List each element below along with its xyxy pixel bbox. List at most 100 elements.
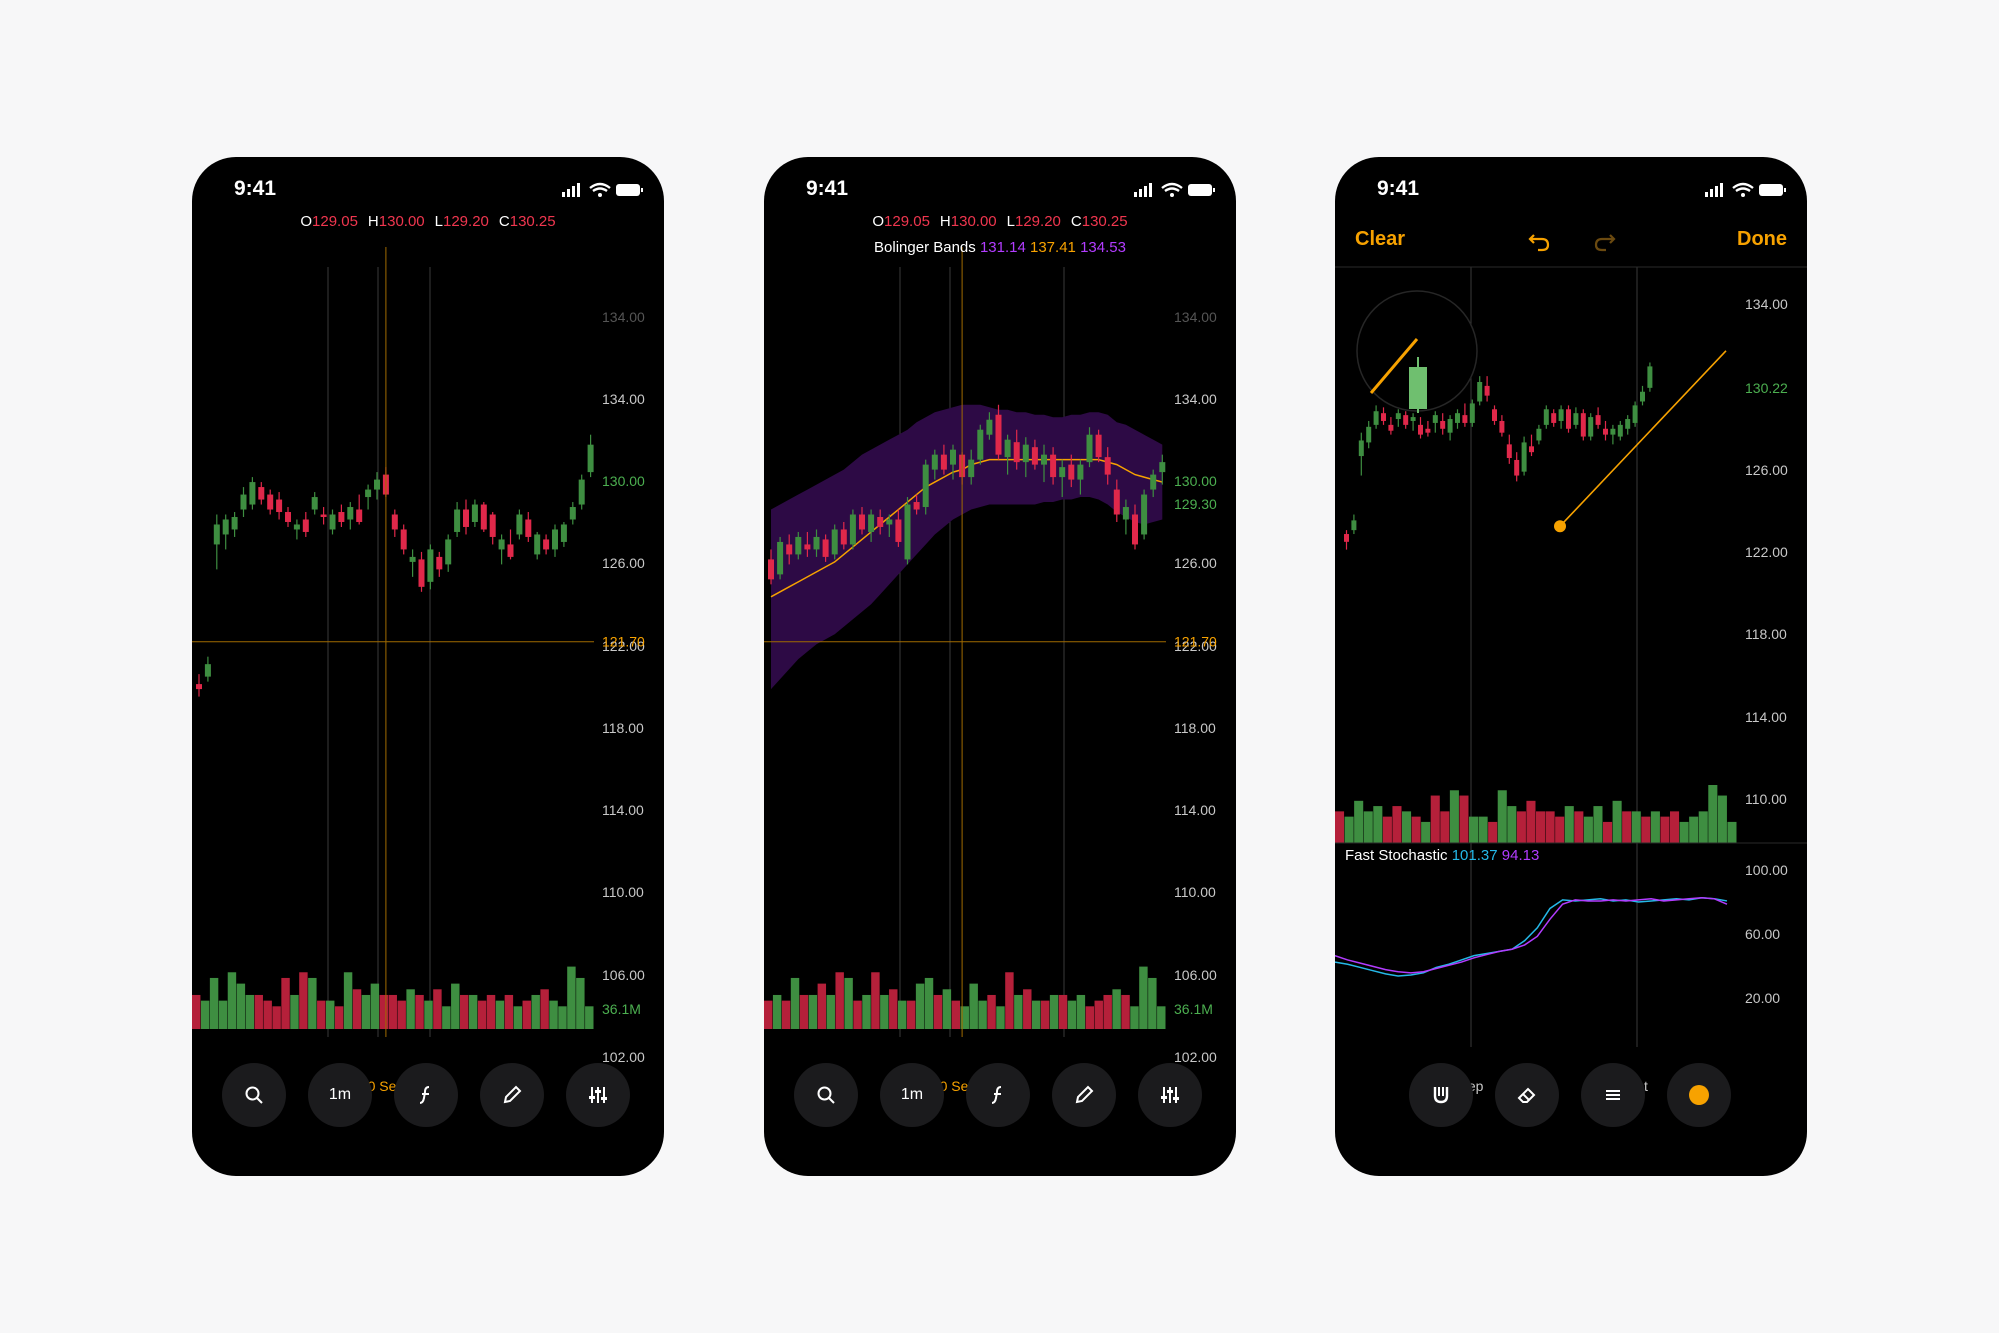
volume-bar: [1148, 977, 1157, 1029]
candle-body: [840, 529, 847, 545]
candle-body: [240, 494, 247, 510]
candle-body: [1432, 415, 1438, 423]
candle-body: [525, 519, 532, 537]
candle-body: [498, 539, 505, 550]
candle-body: [986, 419, 993, 435]
indicators-button[interactable]: [394, 1063, 458, 1127]
volume-label: 36.1M: [602, 1001, 641, 1017]
settings-button[interactable]: [566, 1063, 630, 1127]
indicators-button[interactable]: [966, 1063, 1030, 1127]
volume-bar: [817, 983, 827, 1029]
stochastic-slow-line: [1335, 896, 1728, 974]
eraser-button[interactable]: [1495, 1063, 1559, 1127]
volume-bar: [1023, 989, 1032, 1029]
volume-bar: [1449, 790, 1459, 843]
candle-body: [1484, 385, 1490, 396]
draw-button[interactable]: [480, 1063, 544, 1127]
y-axis-label: 114.00: [1174, 802, 1216, 818]
candle-body: [552, 529, 558, 550]
candle-body: [436, 556, 443, 570]
candle-body: [374, 479, 380, 490]
volume-bar: [1641, 816, 1651, 843]
candle-body: [1492, 409, 1497, 421]
candle-body: [1395, 413, 1401, 420]
candle-body: [507, 544, 514, 557]
volume-bar: [1103, 994, 1112, 1029]
candle-body: [311, 497, 318, 510]
done-button[interactable]: Done: [1737, 228, 1787, 251]
volume-bar: [1564, 806, 1574, 843]
candle-body: [1558, 409, 1564, 421]
volume-bar: [1049, 994, 1059, 1029]
draw-button[interactable]: [1052, 1063, 1116, 1127]
volume-bar: [764, 1000, 773, 1029]
search-button[interactable]: [794, 1063, 858, 1127]
volume-bar: [1382, 816, 1392, 843]
interval-button[interactable]: 1m: [880, 1063, 944, 1127]
candle-body: [849, 514, 856, 545]
y-axis-label: 106.00: [1174, 967, 1217, 983]
magnet-icon: [1433, 1087, 1449, 1104]
status-bar: 9:41: [764, 157, 1236, 217]
volume-bar: [951, 1000, 961, 1029]
candle-body: [1455, 413, 1460, 423]
low-value: 129.20: [1015, 213, 1061, 230]
price-chart[interactable]: 134.00 130.22 126.00 122.00 118.00 114.00 110.…: [1335, 157, 1807, 1176]
candle-body: [543, 539, 550, 550]
price-chart[interactable]: 134.00134.00130.00126.00122.00118.00114.…: [764, 157, 1236, 1176]
candle-body: [804, 544, 811, 550]
volume-bar: [808, 994, 818, 1029]
candle-body: [1425, 428, 1431, 433]
magnet-button[interactable]: [1409, 1063, 1473, 1127]
candle-body: [1013, 442, 1020, 463]
open-value: 129.05: [312, 213, 358, 230]
search-button[interactable]: [222, 1063, 286, 1127]
y-axis-label: 106.00: [602, 967, 645, 983]
line-style-button[interactable]: [1581, 1063, 1645, 1127]
price-chart[interactable]: 134.00134.00130.00126.00122.00118.00114.…: [192, 157, 664, 1176]
candle-body: [231, 517, 238, 530]
bollinger-band-area: [771, 404, 1163, 690]
candle-body: [1640, 391, 1645, 402]
interval-button[interactable]: 1m: [308, 1063, 372, 1127]
y-axis-label: 130.00: [1174, 473, 1217, 489]
volume-bar: [442, 1006, 451, 1029]
settings-button[interactable]: [1138, 1063, 1202, 1127]
y-axis-label: 110.00: [1174, 884, 1216, 900]
undo-icon[interactable]: [1525, 227, 1555, 257]
band-middle-value: 137.41: [1030, 239, 1076, 256]
candle-body: [1022, 444, 1029, 463]
volume-bar: [1488, 821, 1498, 843]
indicator-name: Bolinger Bands: [874, 239, 976, 256]
y-axis-label: 130.00: [602, 473, 645, 489]
volume-bar: [880, 994, 889, 1029]
candle-body: [196, 684, 202, 690]
candle-body: [886, 519, 893, 525]
stochastic-fast-line: [1335, 896, 1728, 977]
candle-body: [1366, 426, 1372, 443]
status-icons: [562, 182, 643, 197]
status-bar: 9:41: [1335, 157, 1807, 217]
ohlc-readout: O129.05 H130.00 L129.20 C130.25: [300, 213, 556, 230]
candle-body: [1050, 454, 1057, 478]
candle-body: [831, 529, 838, 555]
volume-bar: [1392, 806, 1402, 843]
close-value: 130.25: [509, 213, 556, 230]
wifi-icon: [1732, 182, 1754, 197]
color-button[interactable]: [1667, 1063, 1731, 1127]
candle-body: [1573, 413, 1579, 425]
volume-bar: [1402, 811, 1412, 843]
high-value: 130.00: [950, 213, 997, 230]
magnifier-loupe: [1356, 290, 1478, 413]
volume-bar: [1139, 966, 1148, 1029]
drawing-edit-bar: Clear Done: [1335, 217, 1807, 267]
candle-body: [777, 541, 784, 575]
volume-bar: [1076, 994, 1086, 1029]
candle-body: [1059, 467, 1066, 478]
clear-button[interactable]: Clear: [1355, 228, 1405, 251]
volume-bar: [1603, 821, 1613, 843]
candle-body: [1506, 444, 1512, 459]
volume-bar: [1014, 994, 1023, 1029]
phone-screen-bollinger: 134.00 134.00 130.00 126.00 122.00 118.00 114.…: [764, 157, 1236, 1176]
redo-icon[interactable]: [1589, 227, 1619, 257]
